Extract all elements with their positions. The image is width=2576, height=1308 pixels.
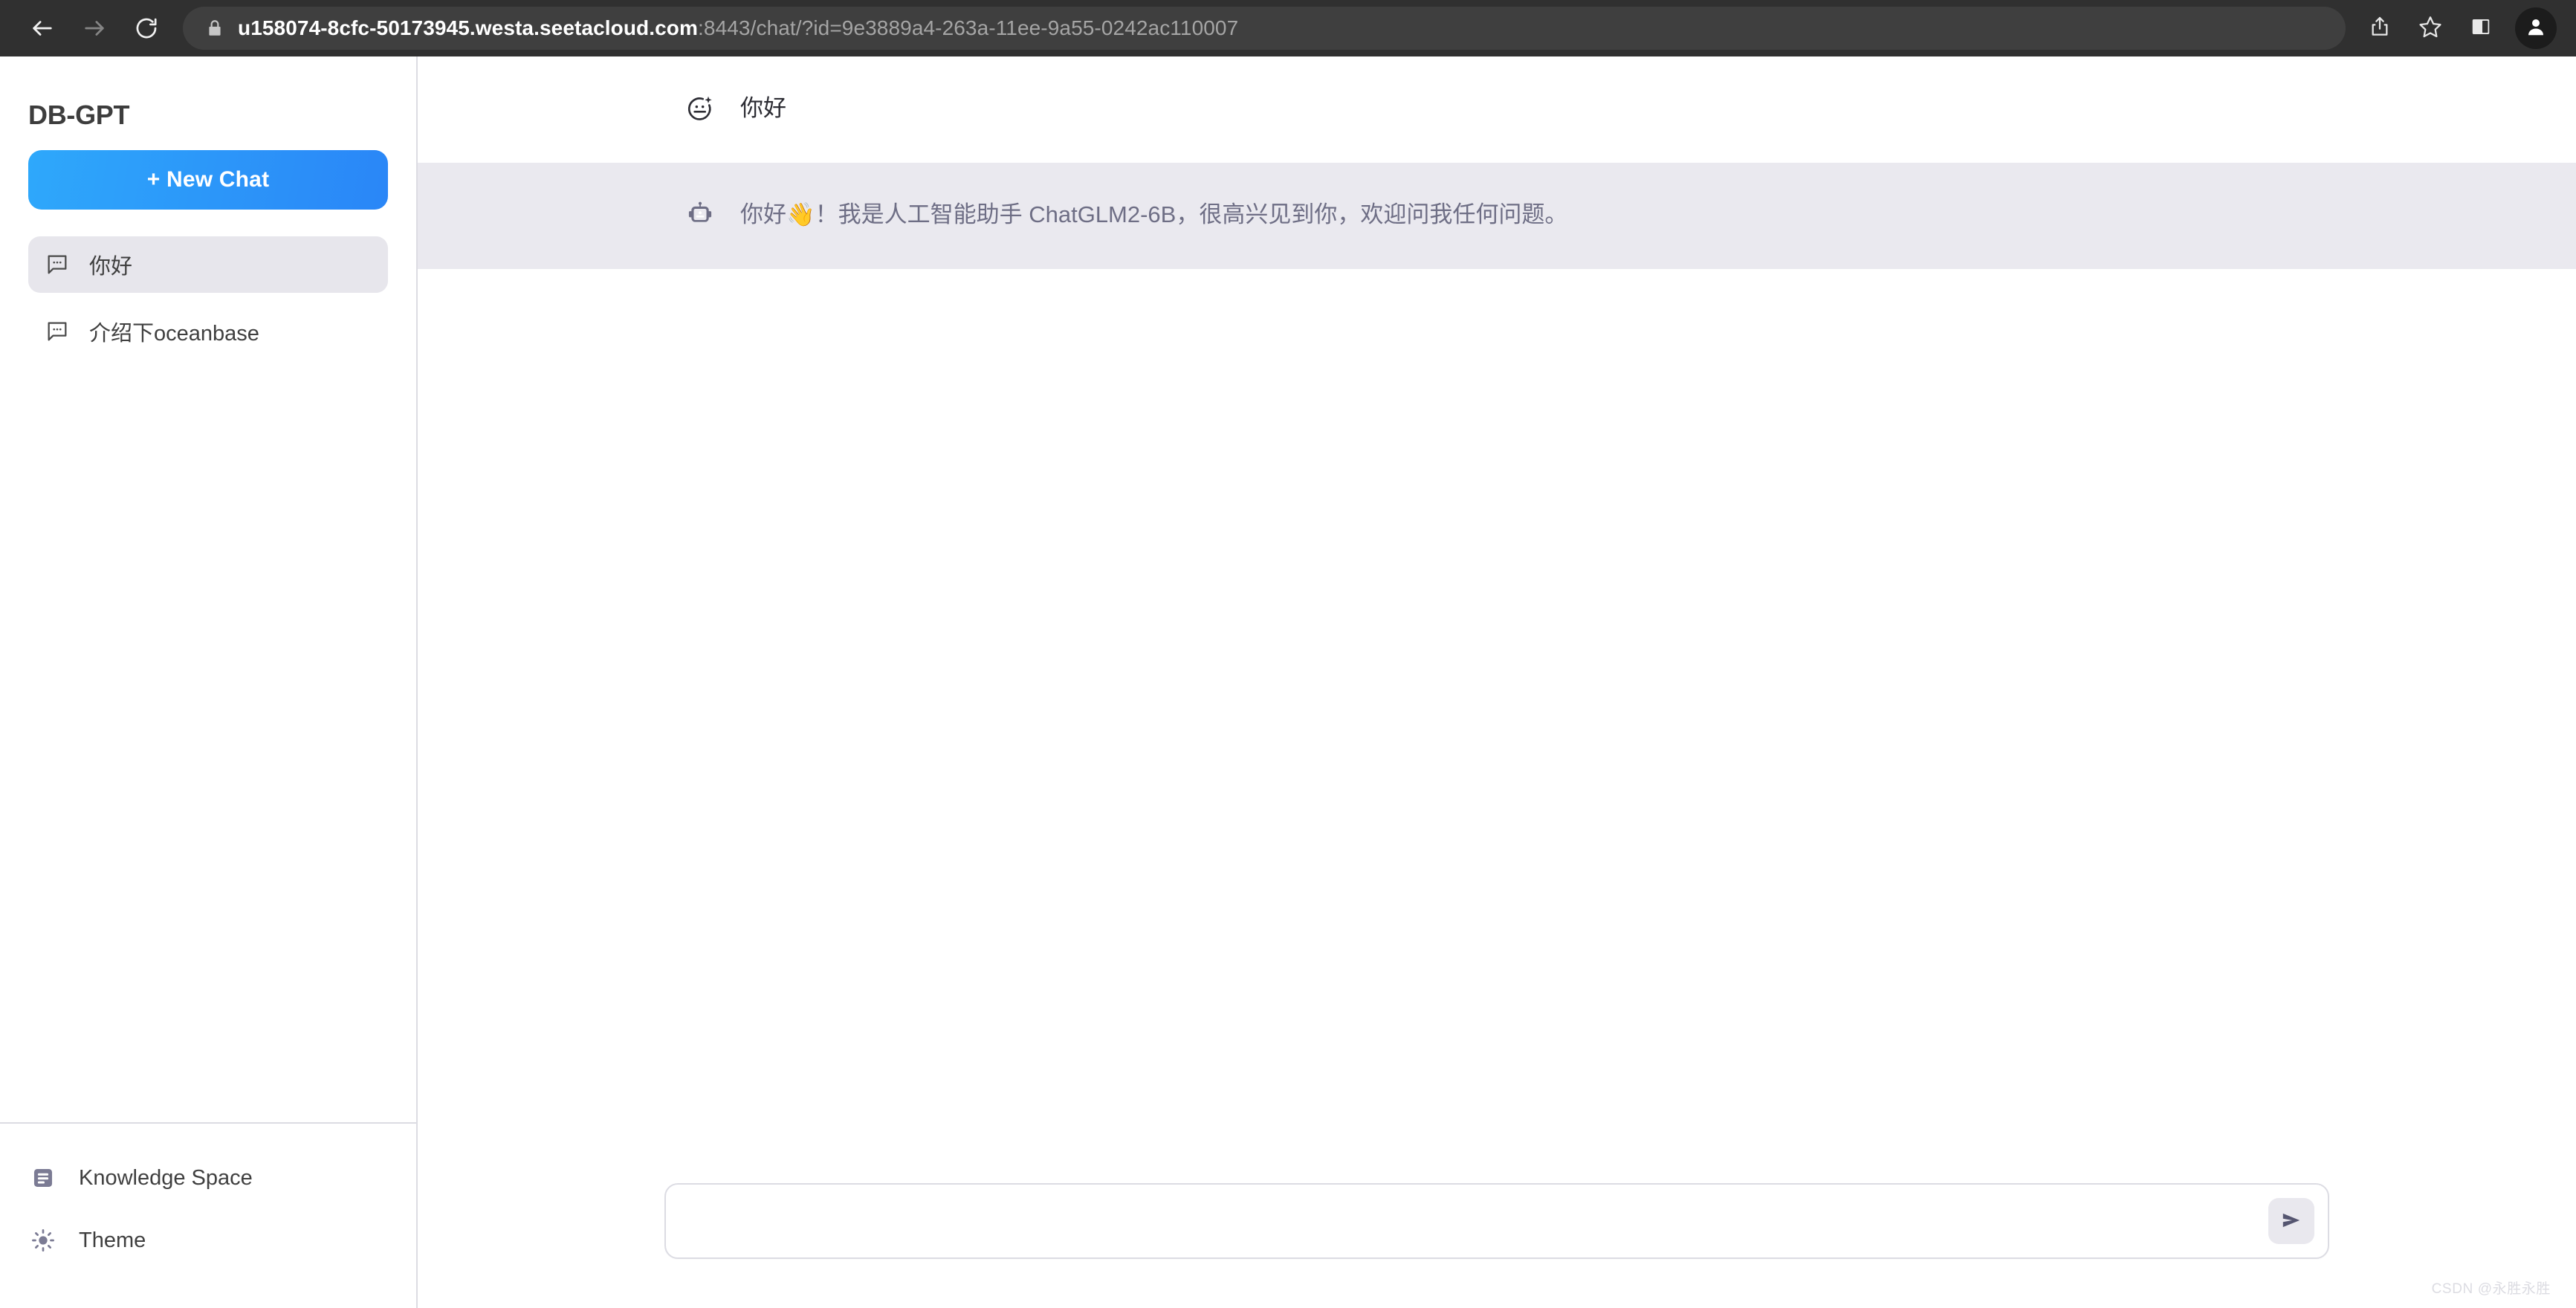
message-text-user: 你好 <box>740 95 786 121</box>
lock-icon <box>205 19 224 38</box>
sidebar-item-theme[interactable]: Theme <box>28 1228 388 1253</box>
browser-toolbar: u158074-8cfc-50173945.westa.seetacloud.c… <box>0 0 2576 56</box>
url-host: u158074-8cfc-50173945.westa.seetacloud.c… <box>238 16 699 39</box>
back-button[interactable] <box>19 5 65 51</box>
sidebar-footer: Knowledge Space Theme <box>0 1122 416 1308</box>
address-bar[interactable]: u158074-8cfc-50173945.westa.seetacloud.c… <box>183 7 2346 50</box>
back-arrow-icon <box>30 16 55 41</box>
browser-nav-group <box>19 5 169 51</box>
chat-bubble-icon <box>45 319 70 344</box>
message-content-assistant: 你好👋！我是人工智能助手 ChatGLM2-6B，很高兴见到你，欢迎问我任何问题… <box>418 198 1612 233</box>
side-panel-button[interactable] <box>2457 4 2505 52</box>
browser-actions-group <box>2356 4 2557 52</box>
chat-bubble-icon <box>45 252 70 277</box>
side-panel-icon <box>2470 16 2492 42</box>
message-list: 你好 你好👋！我是人工智能助手 ChatGLM2-6B，很高兴见到你，欢迎问我任… <box>418 56 2576 1183</box>
url-path: :8443/chat/?id=9e3889a4-263a-11ee-9a55-0… <box>698 16 1239 39</box>
chat-list-item-label: 你好 <box>89 255 133 279</box>
sidebar-item-label: Knowledge Space <box>79 1165 253 1190</box>
robot-icon <box>685 200 715 233</box>
sidebar-item-knowledge-space[interactable]: Knowledge Space <box>28 1165 388 1191</box>
composer <box>664 1183 2329 1259</box>
chat-panel: 你好 你好👋！我是人工智能助手 ChatGLM2-6B，很高兴见到你，欢迎问我任… <box>418 56 2576 1308</box>
app-title: DB-GPT <box>28 100 130 130</box>
chat-list-item-1[interactable]: 你好 <box>28 236 388 293</box>
watermark: CSDN @永胜永胜 <box>2431 1281 2551 1297</box>
reload-button[interactable] <box>123 5 169 51</box>
profile-avatar-icon <box>2525 16 2547 42</box>
chat-list-item-label: 介绍下oceanbase <box>89 322 259 346</box>
chat-list-item-2[interactable]: 介绍下oceanbase <box>28 303 388 360</box>
sidebar-header: DB-GPT + New Chat <box>0 56 416 210</box>
send-arrow-icon <box>2279 1208 2303 1234</box>
share-button[interactable] <box>2356 4 2404 52</box>
message-text-assistant: 你好👋！我是人工智能助手 ChatGLM2-6B，很高兴见到你，欢迎问我任何问题… <box>740 201 1568 227</box>
reload-icon <box>134 16 159 41</box>
sidebar: DB-GPT + New Chat 你好 介绍下oceanbase Knowle… <box>0 56 418 1308</box>
message-row-assistant: 你好👋！我是人工智能助手 ChatGLM2-6B，很高兴见到你，欢迎问我任何问题… <box>418 163 2576 269</box>
composer-area <box>418 1183 2576 1308</box>
star-icon <box>2418 14 2443 43</box>
profile-button[interactable] <box>2515 7 2557 49</box>
new-chat-button[interactable]: + New Chat <box>28 150 388 210</box>
app-shell: DB-GPT + New Chat 你好 介绍下oceanbase Knowle… <box>0 56 2576 1308</box>
user-sparkle-face-icon <box>685 94 715 127</box>
send-button[interactable] <box>2268 1198 2314 1244</box>
message-content-user: 你好 <box>418 92 831 127</box>
address-bar-text: u158074-8cfc-50173945.westa.seetacloud.c… <box>238 16 1238 40</box>
knowledge-space-icon <box>28 1165 58 1191</box>
message-row-user: 你好 <box>418 56 2576 163</box>
bookmark-button[interactable] <box>2407 4 2454 52</box>
chat-history-list: 你好 介绍下oceanbase <box>0 210 416 360</box>
forward-arrow-icon <box>82 16 107 41</box>
sun-icon <box>28 1228 58 1253</box>
sidebar-item-label: Theme <box>79 1228 146 1252</box>
forward-button[interactable] <box>71 5 117 51</box>
share-icon <box>2368 15 2392 42</box>
chat-input[interactable] <box>691 1185 2268 1257</box>
